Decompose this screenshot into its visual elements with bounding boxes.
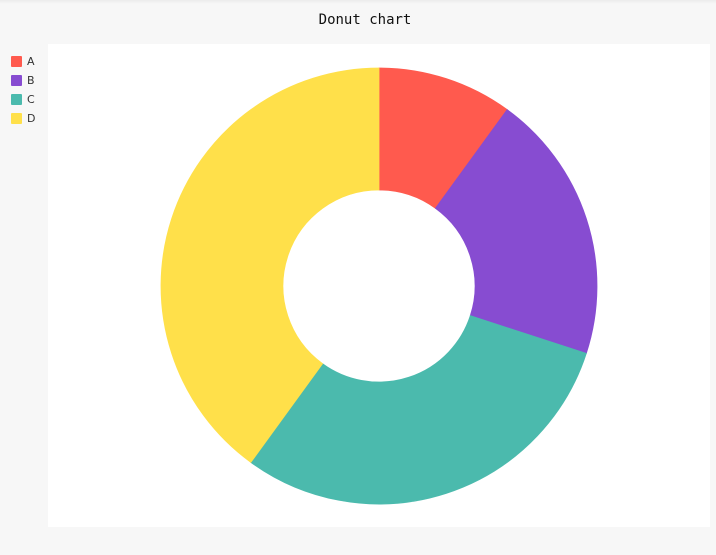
donut-chart — [160, 67, 598, 505]
